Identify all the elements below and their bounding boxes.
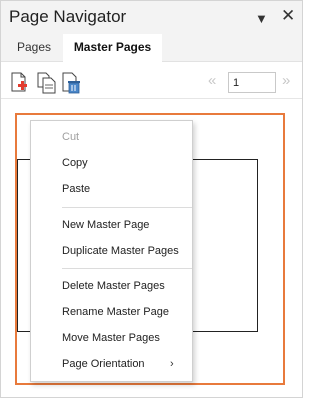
add-page-icon[interactable] xyxy=(10,72,28,94)
page-navigator-panel: Page Navigator ▼ ✕ Pages Master Pages « … xyxy=(0,0,303,398)
next-page-icon[interactable]: » xyxy=(282,72,290,89)
menu-item-copy[interactable]: Copy xyxy=(31,150,192,176)
context-menu: Cut Copy Paste New Master Page Duplicate… xyxy=(30,120,193,382)
page-number-input[interactable] xyxy=(228,72,276,93)
menu-item-new-master-page[interactable]: New Master Page xyxy=(31,212,192,238)
menu-separator xyxy=(62,207,192,208)
delete-page-icon[interactable] xyxy=(62,72,80,94)
menu-item-paste[interactable]: Paste xyxy=(31,176,192,202)
duplicate-page-icon[interactable] xyxy=(37,72,56,94)
menu-item-delete-master-pages[interactable]: Delete Master Pages xyxy=(31,273,192,299)
menu-item-page-orientation-label: Page Orientation xyxy=(62,358,145,370)
tab-master-pages[interactable]: Master Pages xyxy=(63,34,162,62)
menu-item-move-master-pages[interactable]: Move Master Pages xyxy=(31,325,192,351)
title-bar: Page Navigator ▼ ✕ xyxy=(1,1,302,34)
panel-menu-dropdown-icon[interactable]: ▼ xyxy=(255,9,268,29)
tab-bar: Pages Master Pages xyxy=(1,34,302,62)
previous-page-icon[interactable]: « xyxy=(208,72,216,89)
panel-title: Page Navigator xyxy=(9,7,127,26)
menu-item-duplicate-master-pages[interactable]: Duplicate Master Pages xyxy=(31,238,192,264)
submenu-arrow-icon: › xyxy=(170,358,174,370)
tab-pages[interactable]: Pages xyxy=(7,34,61,62)
toolbar: « » xyxy=(1,63,302,99)
menu-item-rename-master-page[interactable]: Rename Master Page xyxy=(31,299,192,325)
menu-item-cut: Cut xyxy=(62,131,80,143)
close-icon[interactable]: ✕ xyxy=(281,6,295,26)
menu-item-page-orientation[interactable]: Page Orientation › xyxy=(31,351,192,377)
menu-separator xyxy=(62,268,192,269)
